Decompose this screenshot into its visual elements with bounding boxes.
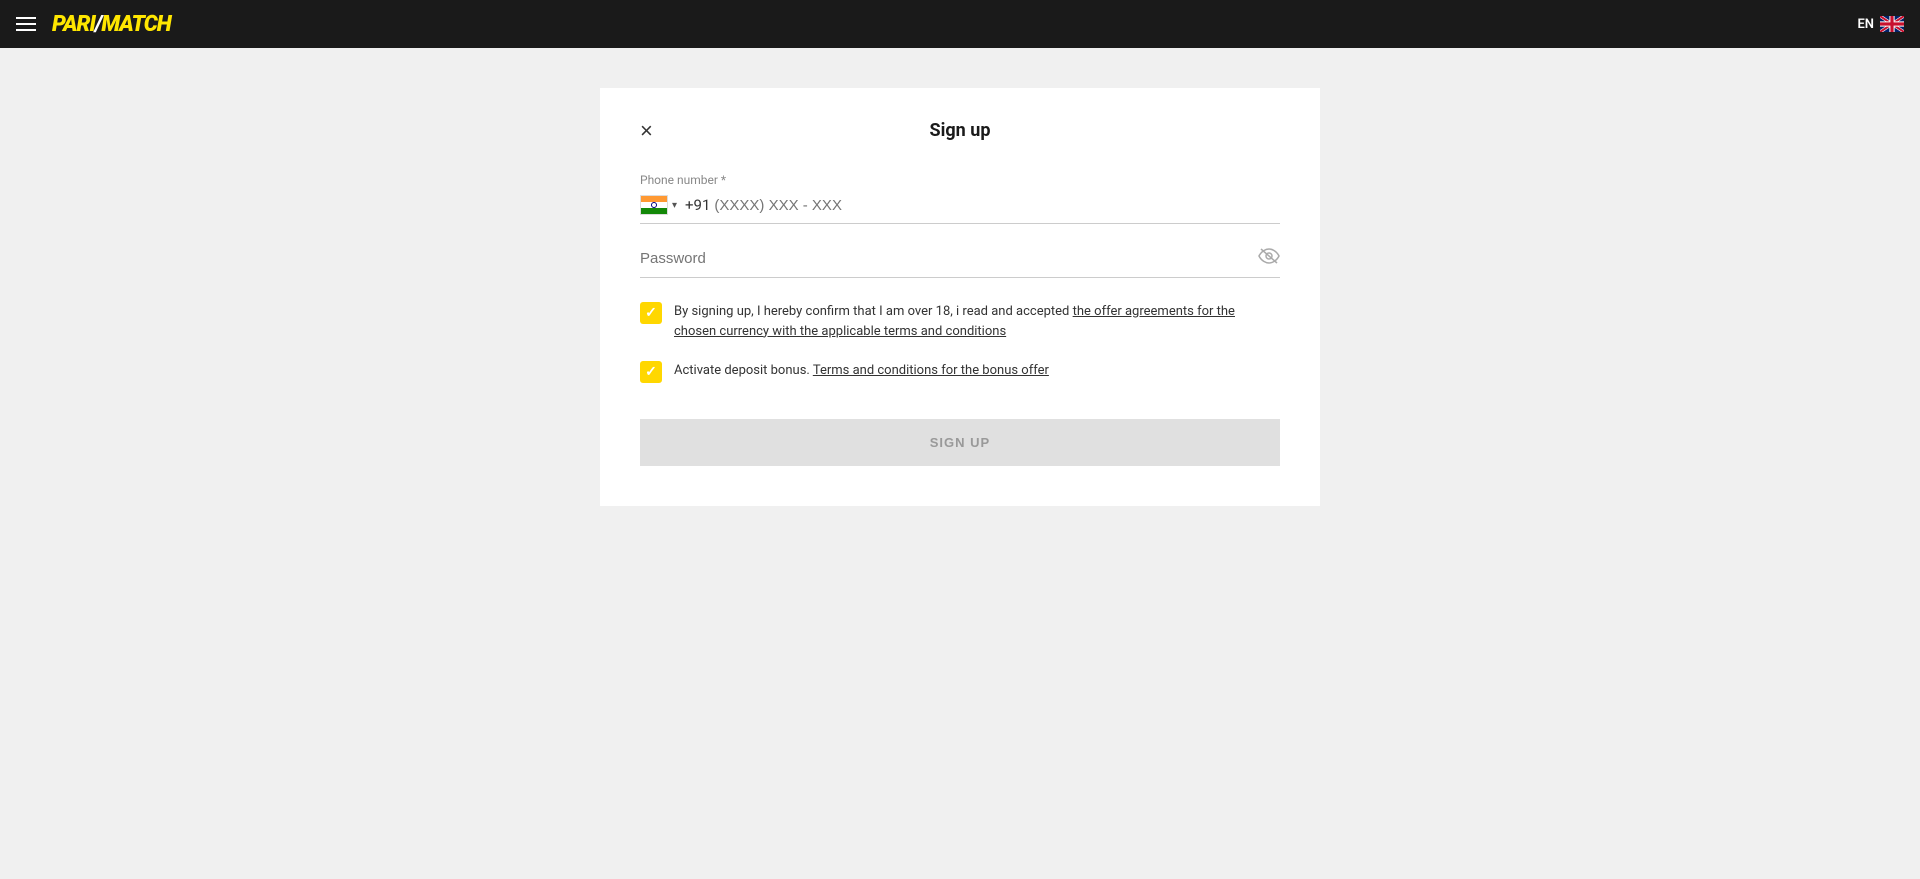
india-flag-icon <box>640 195 668 215</box>
password-input[interactable] <box>640 250 1258 267</box>
lang-label: EN <box>1857 17 1874 32</box>
logo-text2: MATCH <box>101 12 170 37</box>
password-row <box>640 248 1280 278</box>
hamburger-menu[interactable] <box>16 17 36 31</box>
checkbox-group: ✓ By signing up, I hereby confirm that I… <box>640 302 1280 383</box>
bonus-text: Activate deposit bonus. Terms and condit… <box>674 361 1049 381</box>
navbar-right: EN <box>1857 16 1904 32</box>
modal-header: × Sign up <box>640 120 1280 141</box>
checkmark-icon: ✓ <box>645 306 657 320</box>
bonus-checkbox-row: ✓ Activate deposit bonus. Terms and cond… <box>640 361 1280 383</box>
uk-flag-icon <box>1880 16 1904 32</box>
phone-field-group: Phone number * ▾ +91 <box>640 173 1280 224</box>
modal-title: Sign up <box>930 120 991 141</box>
phone-label: Phone number * <box>640 173 1280 187</box>
country-selector[interactable]: ▾ <box>640 195 677 215</box>
toggle-password-icon[interactable] <box>1258 248 1280 269</box>
phone-row: ▾ +91 <box>640 195 1280 224</box>
terms-text: By signing up, I hereby confirm that I a… <box>674 302 1280 341</box>
signup-button[interactable]: SIGN UP <box>640 419 1280 466</box>
bonus-terms-link[interactable]: Terms and conditions for the bonus offer <box>813 363 1049 378</box>
country-chevron-icon: ▾ <box>672 200 677 211</box>
language-selector[interactable]: EN <box>1857 16 1904 32</box>
signup-modal: × Sign up Phone number * ▾ +91 <box>600 88 1320 506</box>
close-button[interactable]: × <box>640 120 653 142</box>
bonus-checkbox[interactable]: ✓ <box>640 361 662 383</box>
terms-checkbox-row: ✓ By signing up, I hereby confirm that I… <box>640 302 1280 341</box>
terms-checkbox[interactable]: ✓ <box>640 302 662 324</box>
password-field-group <box>640 248 1280 278</box>
page-content: × Sign up Phone number * ▾ +91 <box>0 48 1920 879</box>
navbar-left: PARI/MATCH <box>16 12 171 37</box>
phone-input[interactable] <box>714 197 1280 214</box>
brand-logo: PARI/MATCH <box>52 12 171 37</box>
navbar: PARI/MATCH EN <box>0 0 1920 48</box>
checkmark-icon-2: ✓ <box>645 365 657 379</box>
logo-text: PARI <box>52 12 95 37</box>
dial-code: +91 <box>685 196 710 214</box>
